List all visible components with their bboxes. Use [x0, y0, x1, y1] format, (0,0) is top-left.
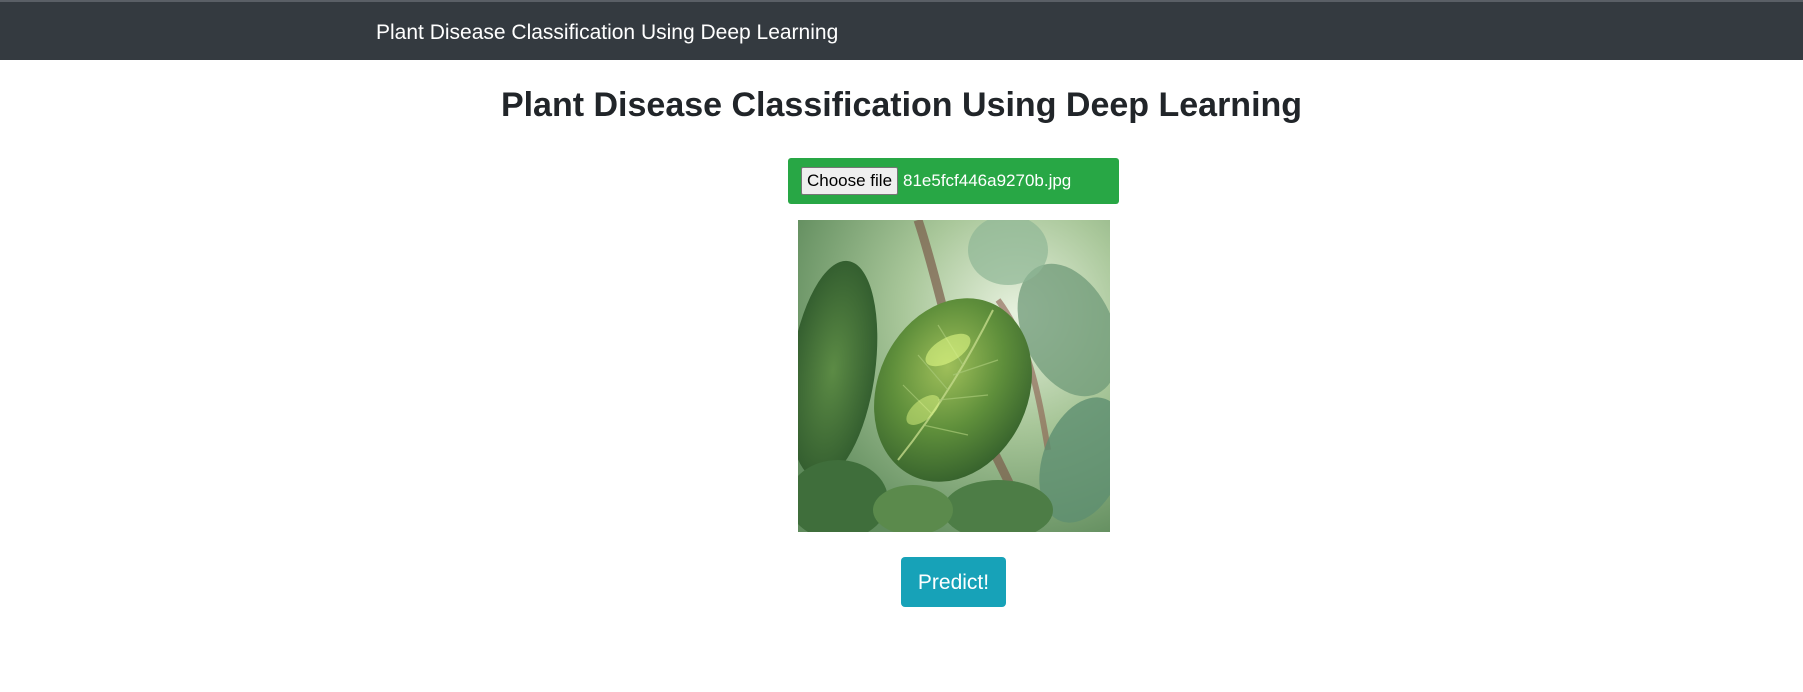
choose-file-button[interactable]: Choose file [801, 167, 898, 195]
leaf-photo [798, 220, 1110, 532]
predict-button[interactable]: Predict! [901, 557, 1006, 607]
navbar-brand[interactable]: Plant Disease Classification Using Deep … [376, 20, 838, 46]
leaf-image-preview [798, 220, 1110, 532]
selected-file-name: 81e5fcf446a9270b.jpg [903, 171, 1072, 190]
page-title: Plant Disease Classification Using Deep … [500, 86, 1303, 124]
navbar: Plant Disease Classification Using Deep … [0, 2, 1803, 60]
file-upload-box: Choose file 81e5fcf446a9270b.jpg [788, 158, 1119, 204]
